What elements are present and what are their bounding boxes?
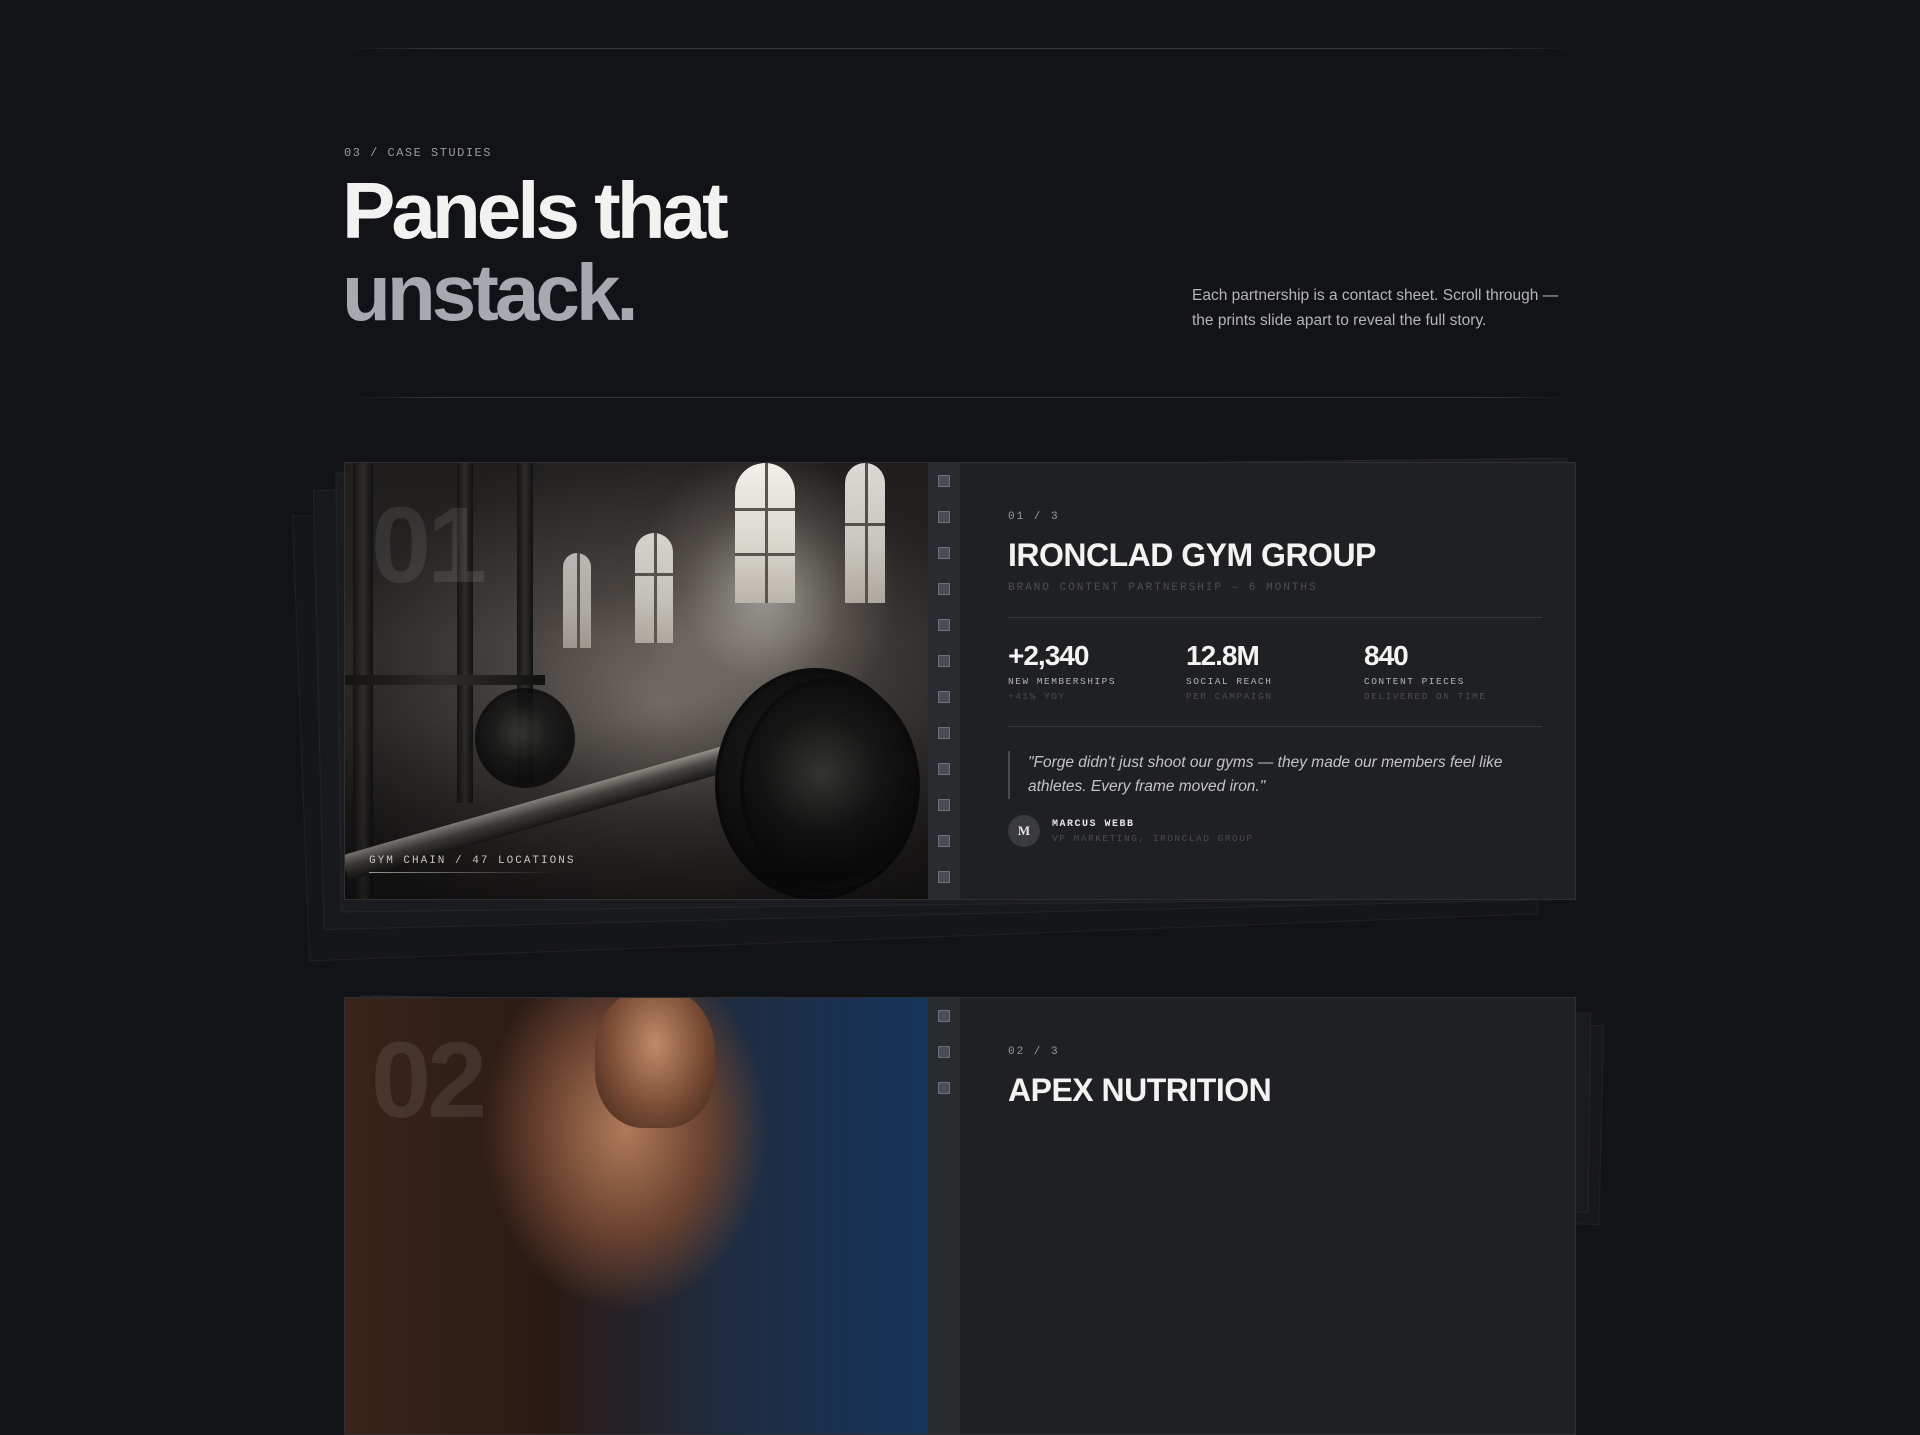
stat-label: SOCIAL REACH	[1186, 676, 1273, 687]
rack-post	[345, 675, 545, 685]
section-eyebrow: 03 / CASE STUDIES	[344, 146, 492, 160]
case-photo: 02	[345, 998, 928, 1434]
window-shape	[563, 553, 591, 648]
case-index: 01 / 3	[1008, 511, 1060, 523]
case-stats: +2,340 NEW MEMBERSHIPS +41% YOY 12.8M SO…	[1008, 640, 1542, 702]
athlete-figure	[595, 998, 715, 1128]
header-divider	[345, 397, 1575, 398]
window-shape	[635, 533, 673, 643]
headline-line-1: Panels that	[342, 166, 729, 255]
film-sprockets	[928, 998, 960, 1434]
details-divider	[1008, 726, 1542, 727]
photo-caption: GYM CHAIN / 47 LOCATIONS	[369, 855, 576, 867]
stat-reach: 12.8M SOCIAL REACH PER CAMPAIGN	[1186, 640, 1364, 702]
stat-label: CONTENT PIECES	[1364, 676, 1465, 687]
case-card-ironclad[interactable]: 01 GYM CHAIN / 47 LOCATIONS 01 / 3 IRONC…	[344, 462, 1576, 900]
stat-note: +41% YOY	[1008, 691, 1066, 702]
top-divider	[345, 48, 1575, 49]
case-title: IRONCLAD GYM GROUP	[1008, 537, 1376, 573]
stat-note: PER CAMPAIGN	[1186, 691, 1273, 702]
window-shape	[735, 463, 795, 603]
stat-value: 840	[1364, 640, 1409, 671]
stat-content: 840 CONTENT PIECES DELIVERED ON TIME	[1364, 640, 1542, 702]
case-big-number: 01	[371, 484, 487, 605]
case-card-apex[interactable]: 02 02 / 3 APEX NUTRITION	[344, 997, 1576, 1435]
stat-memberships: +2,340 NEW MEMBERSHIPS +41% YOY	[1008, 640, 1186, 702]
testimonial-quote: "Forge didn't just shoot our gyms — they…	[1008, 751, 1508, 799]
stat-value: +2,340	[1008, 640, 1089, 671]
case-details: 02 / 3 APEX NUTRITION	[960, 998, 1575, 1434]
case-index: 02 / 3	[1008, 1046, 1060, 1058]
author-role: VP MARKETING, IRONCLAD GROUP	[1052, 832, 1254, 844]
case-title: APEX NUTRITION	[1008, 1072, 1272, 1108]
case-photo: 01 GYM CHAIN / 47 LOCATIONS	[345, 463, 928, 899]
stat-note: DELIVERED ON TIME	[1364, 691, 1487, 702]
section-headline: Panels that unstack.	[342, 166, 729, 337]
headline-line-2: unstack.	[342, 248, 639, 337]
testimonial-author: M MARCUS WEBB VP MARKETING, IRONCLAD GRO…	[1008, 815, 1542, 847]
details-divider	[1008, 617, 1542, 618]
case-subtitle: BRAND CONTENT PARTNERSHIP — 6 MONTHS	[1008, 582, 1318, 594]
stat-value: 12.8M	[1186, 640, 1260, 671]
stat-label: NEW MEMBERSHIPS	[1008, 676, 1117, 687]
section-intro: Each partnership is a contact sheet. Scr…	[1192, 287, 1559, 329]
case-big-number: 02	[371, 1019, 487, 1140]
case-details: 01 / 3 IRONCLAD GYM GROUP BRAND CONTENT …	[960, 463, 1575, 899]
avatar: M	[1008, 815, 1040, 847]
caption-underline	[369, 872, 559, 873]
window-shape	[845, 463, 885, 603]
author-name: MARCUS WEBB	[1052, 818, 1135, 830]
film-sprockets	[928, 463, 960, 899]
